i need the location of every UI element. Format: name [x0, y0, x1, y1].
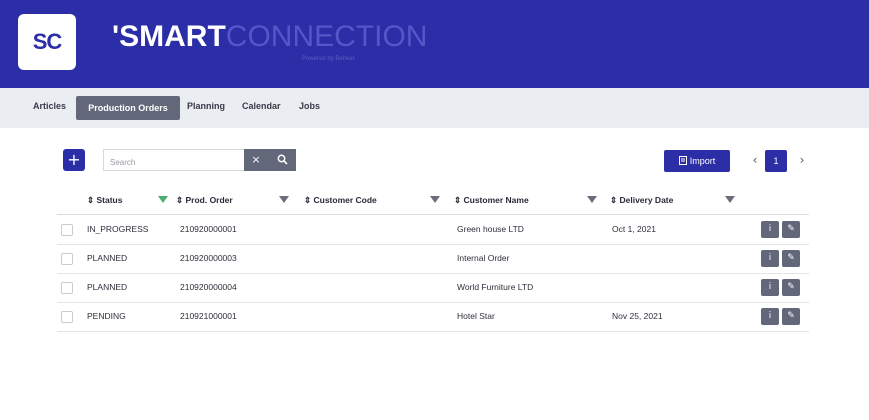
- info-button[interactable]: i: [761, 308, 779, 325]
- brand-name: 'SMARTCONNECTION: [112, 22, 427, 52]
- table-row: PENDING 210921000001 Hotel Star Nov 25, …: [57, 302, 809, 332]
- table-header: ⇕ Status ⇕ Prod. Order ⇕ Customer Code ⇕…: [57, 186, 809, 215]
- logo-text: SC: [32, 29, 63, 54]
- filter-icon[interactable]: [279, 196, 289, 203]
- table-row: IN_PROGRESS 210920000001 Green house LTD…: [57, 215, 809, 245]
- row-checkbox[interactable]: [61, 311, 73, 323]
- column-header-customer-name[interactable]: ⇕ Customer Name: [454, 195, 529, 206]
- column-label: Status: [96, 195, 123, 205]
- cell-customer-name: World Furniture LTD: [457, 282, 534, 292]
- cell-customer-name: Internal Order: [457, 253, 510, 263]
- import-button[interactable]: Import: [664, 150, 730, 172]
- search-button[interactable]: [268, 149, 296, 171]
- info-icon: i: [768, 282, 772, 292]
- column-header-customer-code[interactable]: ⇕ Customer Code: [304, 195, 377, 206]
- edit-icon: ✎: [787, 282, 795, 292]
- cell-prod-order: 210920000003: [180, 253, 237, 263]
- table-row: PLANNED 210920000004 World Furniture LTD…: [57, 273, 809, 303]
- cell-delivery-date: Oct 1, 2021: [612, 224, 656, 234]
- edit-button[interactable]: ✎: [782, 250, 800, 267]
- edit-icon: ✎: [787, 224, 795, 234]
- nav-item-production-orders[interactable]: Production Orders: [76, 96, 180, 120]
- app-header: SC 'SMARTCONNECTION Powered by Beheer: [0, 0, 869, 88]
- brand-light: CONNECTION: [225, 20, 428, 53]
- cell-customer-name: Green house LTD: [457, 224, 524, 234]
- cell-delivery-date: Nov 25, 2021: [612, 311, 663, 321]
- info-icon: i: [768, 224, 772, 234]
- cell-status: PENDING: [87, 311, 126, 321]
- column-header-prod-order[interactable]: ⇕ Prod. Order: [176, 195, 233, 206]
- column-label: Customer Code: [313, 195, 377, 205]
- add-button[interactable]: +: [63, 149, 85, 171]
- column-label: Customer Name: [463, 195, 529, 205]
- cell-prod-order: 210920000004: [180, 282, 237, 292]
- filter-icon[interactable]: [158, 196, 168, 203]
- brand-tagline: Powered by Beheer: [302, 56, 355, 62]
- cell-status: IN_PROGRESS: [87, 224, 149, 234]
- info-icon: i: [768, 311, 772, 321]
- cell-prod-order: 210920000001: [180, 224, 237, 234]
- edit-button[interactable]: ✎: [782, 308, 800, 325]
- row-checkbox[interactable]: [61, 253, 73, 265]
- cell-customer-name: Hotel Star: [457, 311, 495, 321]
- search-box: [103, 149, 245, 172]
- nav-item-calendar[interactable]: Calendar: [242, 101, 281, 111]
- clear-search-button[interactable]: ×: [244, 149, 268, 171]
- cell-status: PLANNED: [87, 282, 128, 292]
- info-button[interactable]: i: [761, 279, 779, 296]
- brand-bold: 'SMART: [112, 20, 226, 53]
- column-header-delivery-date[interactable]: ⇕ Delivery Date: [610, 195, 673, 206]
- info-icon: i: [768, 253, 772, 263]
- pagination-prev-button[interactable]: ‹: [748, 150, 762, 172]
- edit-button[interactable]: ✎: [782, 221, 800, 238]
- pagination-next-button[interactable]: ›: [795, 150, 809, 172]
- column-header-status[interactable]: ⇕ Status: [87, 195, 122, 206]
- search-icon: [277, 154, 288, 165]
- filter-icon[interactable]: [430, 196, 440, 203]
- info-button[interactable]: i: [761, 250, 779, 267]
- edit-button[interactable]: ✎: [782, 279, 800, 296]
- column-label: Prod. Order: [185, 195, 233, 205]
- import-label: Import: [689, 156, 716, 166]
- cell-prod-order: 210921000001: [180, 311, 237, 321]
- app-logo[interactable]: SC: [18, 14, 76, 70]
- nav-item-label: Production Orders: [88, 103, 168, 113]
- nav-item-jobs[interactable]: Jobs: [299, 101, 320, 111]
- column-label: Delivery Date: [619, 195, 674, 205]
- nav-item-planning[interactable]: Planning: [187, 101, 225, 111]
- edit-icon: ✎: [787, 311, 795, 321]
- row-checkbox[interactable]: [61, 282, 73, 294]
- import-icon: [678, 156, 687, 165]
- pagination-current-page[interactable]: 1: [765, 150, 787, 172]
- info-button[interactable]: i: [761, 221, 779, 238]
- edit-icon: ✎: [787, 253, 795, 263]
- filter-icon[interactable]: [587, 196, 597, 203]
- filter-icon[interactable]: [725, 196, 735, 203]
- table-row: PLANNED 210920000003 Internal Order i ✎: [57, 244, 809, 274]
- nav-item-articles[interactable]: Articles: [33, 101, 66, 111]
- row-checkbox[interactable]: [61, 224, 73, 236]
- cell-status: PLANNED: [87, 253, 128, 263]
- search-input[interactable]: [110, 153, 240, 172]
